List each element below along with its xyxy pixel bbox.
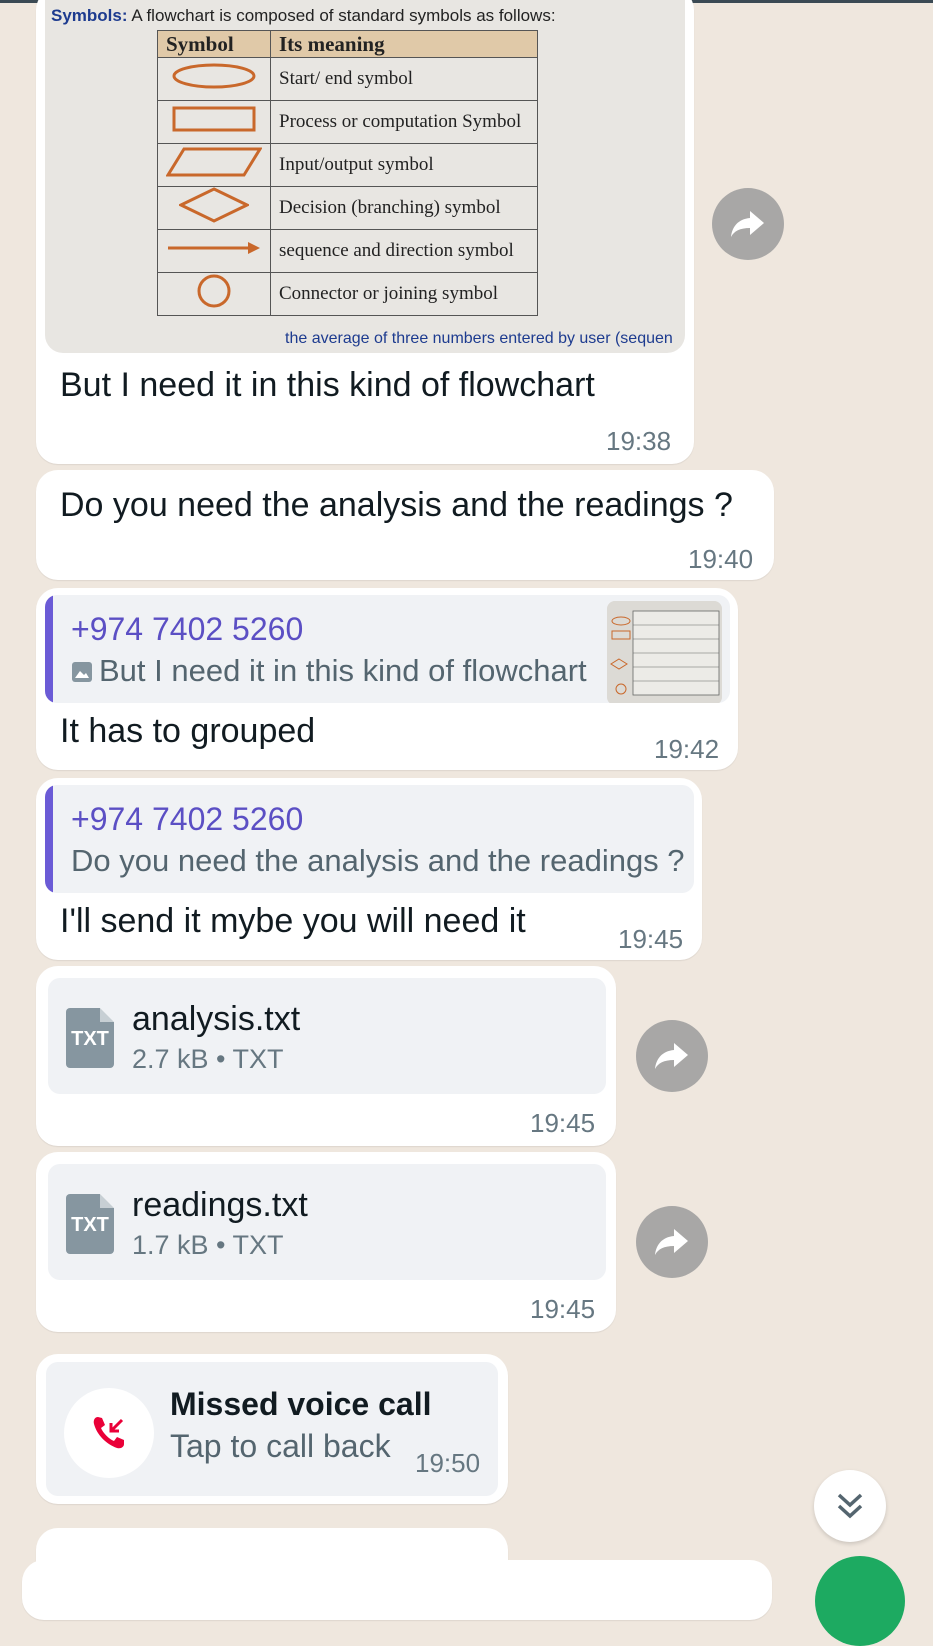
message-time: 19:45 — [618, 924, 684, 954]
file-message-bubble[interactable]: TXT analysis.txt 2.7 kB • TXT 19:45 — [36, 966, 616, 1146]
message-text: It has to grouped — [60, 712, 316, 750]
oval-symbol — [157, 57, 271, 101]
table-cell: Input/output symbol — [270, 143, 538, 187]
missed-call-icon-wrap — [64, 1388, 154, 1478]
circle-symbol — [157, 272, 271, 316]
rect-symbol — [157, 100, 271, 144]
file-card-readings[interactable]: TXT readings.txt 1.7 kB • TXT — [48, 1164, 606, 1280]
file-meta: 2.7 kB • TXT — [132, 1044, 284, 1074]
quote-text-row: But I need it in this kind of flowchart — [71, 653, 587, 689]
table-row: Connector or joining symbol — [157, 272, 538, 316]
image-message-bubble[interactable]: Symbols: A flowchart is composed of stan… — [36, 0, 694, 464]
txt-file-icon: TXT — [66, 1194, 114, 1254]
photo-icon — [72, 662, 92, 682]
file-meta: 1.7 kB • TXT — [132, 1230, 284, 1260]
flowchart-symbols-image[interactable]: Symbols: A flowchart is composed of stan… — [45, 0, 685, 353]
outgoing-bubble-peek[interactable] — [22, 1560, 772, 1620]
message-time: 19:40 — [688, 544, 754, 574]
scroll-to-bottom-button[interactable] — [814, 1470, 886, 1542]
message-time: 19:45 — [530, 1108, 596, 1138]
file-card-analysis[interactable]: TXT analysis.txt 2.7 kB • TXT — [48, 978, 606, 1094]
image-title: Symbols: A flowchart is composed of stan… — [51, 6, 556, 25]
message-text: I'll send it mybe you will need it — [60, 902, 526, 940]
floating-action-button[interactable] — [815, 1556, 905, 1646]
forward-button[interactable] — [712, 188, 784, 260]
file-name: readings.txt — [132, 1186, 308, 1224]
double-chevron-down-icon — [837, 1493, 863, 1519]
forward-arrow-icon — [655, 1229, 688, 1255]
missed-call-card[interactable]: Missed voice call Tap to call back 19:50 — [46, 1362, 498, 1496]
message-time: 19:38 — [606, 426, 672, 456]
message-time: 19:42 — [654, 734, 720, 764]
message-time: 19:50 — [415, 1448, 481, 1478]
parallelogram-symbol — [157, 143, 271, 187]
message-caption: But I need it in this kind of flowchart — [60, 366, 595, 404]
arrow-symbol — [157, 229, 271, 273]
quote-image-thumbnail — [607, 601, 722, 703]
forward-arrow-icon — [731, 211, 764, 237]
quoted-message[interactable]: +974 7402 5260 Do you need the analysis … — [45, 785, 694, 893]
missed-call-bubble[interactable]: Missed voice call Tap to call back 19:50 — [36, 1354, 508, 1504]
txt-file-icon: TXT — [66, 1008, 114, 1068]
diamond-symbol — [157, 186, 271, 230]
table-row: Start/ end symbol — [157, 57, 538, 101]
table-row: sequence and direction symbol — [157, 229, 538, 273]
forward-arrow-icon — [655, 1043, 688, 1069]
message-text: Do you need the analysis and the reading… — [60, 486, 733, 524]
file-name: analysis.txt — [132, 1000, 301, 1038]
quote-sender: +974 7402 5260 — [71, 611, 304, 647]
quote-text: Do you need the analysis and the reading… — [71, 843, 685, 878]
table-cell: Decision (branching) symbol — [270, 186, 538, 230]
table-cell: Start/ end symbol — [270, 57, 538, 101]
message-time: 19:45 — [530, 1294, 596, 1324]
quote-bar — [45, 785, 53, 893]
quote-sender: +974 7402 5260 — [71, 801, 304, 837]
quoted-message[interactable]: +974 7402 5260 But I need it in this kin… — [45, 595, 730, 703]
quote-bar — [45, 595, 53, 703]
file-message-bubble[interactable]: TXT readings.txt 1.7 kB • TXT 19:45 — [36, 1152, 616, 1332]
quote-text: But I need it in this kind of flowchart — [99, 653, 587, 688]
table-row: Process or computation Symbol — [157, 100, 538, 144]
table-cell: Connector or joining symbol — [270, 272, 538, 316]
missed-call-icon — [93, 1417, 124, 1449]
table-header-symbol: Symbol — [157, 30, 271, 58]
text-message-bubble[interactable]: Do you need the analysis and the reading… — [36, 470, 774, 580]
missed-call-title: Missed voice call — [170, 1386, 432, 1422]
table-row: Input/output symbol — [157, 143, 538, 187]
symbols-table: Symbol Its meaning Start/ end symbol Pro… — [157, 30, 538, 316]
table-cell: sequence and direction symbol — [270, 229, 538, 273]
forward-button[interactable] — [636, 1206, 708, 1278]
table-header-meaning: Its meaning — [270, 30, 538, 58]
missed-call-subtitle: Tap to call back — [170, 1428, 391, 1464]
image-footer-text: the average of three numbers entered by … — [285, 330, 673, 347]
table-cell: Process or computation Symbol — [270, 100, 538, 144]
table-row: Decision (branching) symbol — [157, 186, 538, 230]
forward-button[interactable] — [636, 1020, 708, 1092]
reply-message-bubble[interactable]: +974 7402 5260 But I need it in this kin… — [36, 588, 738, 770]
reply-message-bubble[interactable]: +974 7402 5260 Do you need the analysis … — [36, 778, 702, 960]
